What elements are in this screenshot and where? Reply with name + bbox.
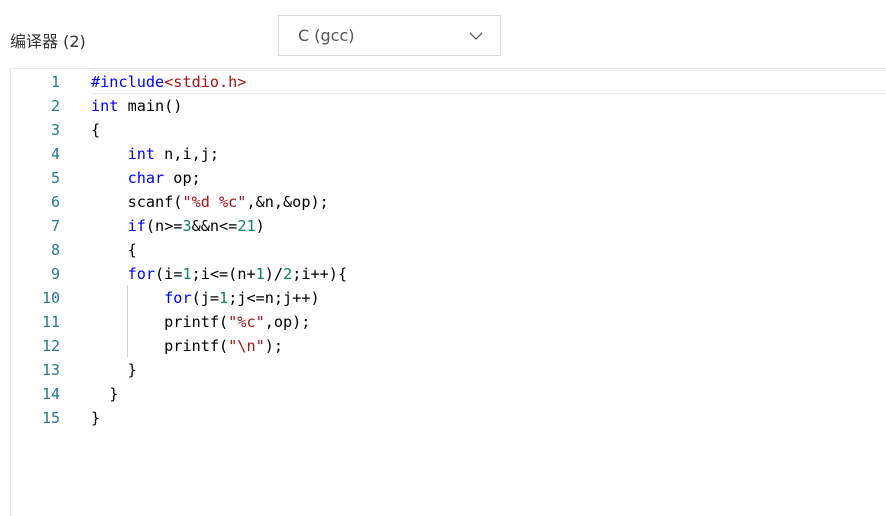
code-text: } [91, 382, 118, 406]
code-text: for(i=1;i<=(n+1)/2;i++){ [91, 262, 348, 286]
code-token-plain: (n>= [145, 217, 183, 235]
code-line[interactable]: 14 } [11, 382, 886, 406]
code-token-string: "%c" [228, 313, 265, 331]
code-token-plain: main() [118, 97, 183, 115]
code-line[interactable]: 5 char op; [11, 166, 886, 190]
code-text: } [91, 358, 137, 382]
code-token-plain: } [91, 361, 137, 379]
language-select[interactable]: C (gcc) [278, 15, 501, 56]
code-token-plain: } [91, 385, 119, 403]
code-text: #include<stdio.h> [91, 70, 246, 94]
code-token-number: 2 [283, 265, 293, 283]
line-number: 13 [41, 361, 60, 379]
code-token-keyword: if [127, 217, 146, 235]
line-number: 10 [41, 289, 60, 307]
code-line[interactable]: 10 for(j=1;j<=n;j++) [11, 286, 886, 310]
code-token-string: <stdio.h> [164, 73, 247, 91]
code-line[interactable]: 9 for(i=1;i<=(n+1)/2;i++){ [11, 262, 886, 286]
code-token-keyword: for [127, 265, 156, 283]
code-token-plain: } [91, 409, 101, 427]
line-number: 1 [50, 73, 60, 91]
chevron-down-icon [469, 32, 483, 40]
code-line[interactable]: 12 printf("\n"); [11, 334, 886, 358]
compiler-label: 编译器 (2) [10, 32, 86, 51]
code-text: printf("%c",op); [91, 310, 310, 334]
code-line[interactable]: 3{ [11, 118, 886, 142]
code-editor[interactable]: 1 #include<stdio.h> 2 int main() 3{4 int n,i… [10, 68, 886, 516]
line-number: 3 [50, 121, 60, 139]
code-token-plain: n,i,j; [155, 145, 220, 163]
code-line[interactable]: 2 int main() [11, 94, 886, 118]
code-token-keyword: char [127, 169, 165, 187]
code-line[interactable]: 4 int n,i,j; [11, 142, 886, 166]
line-number: 8 [50, 241, 60, 259]
code-token-plain: ;j<=n;j++) [228, 289, 320, 307]
code-line[interactable]: 13 } [11, 358, 886, 382]
code-token-plain: printf( [91, 337, 229, 355]
code-token-string: "\n" [228, 337, 265, 355]
code-text: int n,i,j; [91, 142, 219, 166]
line-number: 5 [50, 169, 60, 187]
line-number: 14 [41, 385, 60, 403]
code-text: } [91, 406, 100, 430]
code-line[interactable]: 7 if(n>=3&&n<=21) [11, 214, 886, 238]
line-number: 2 [50, 97, 60, 115]
code-token-plain: scanf( [91, 193, 183, 211]
code-token-plain: printf( [91, 313, 229, 331]
code-text: printf("\n"); [91, 334, 283, 358]
code-token-plain: (j= [191, 289, 220, 307]
code-line[interactable]: 1 #include<stdio.h> [11, 70, 886, 94]
code-text: char op; [91, 166, 201, 190]
code-text: { [91, 118, 100, 142]
code-token-plain: { [91, 121, 101, 139]
code-token-keyword: #include [91, 73, 165, 91]
code-token-plain: ,&n,&op); [246, 193, 329, 211]
code-token-plain: (i= [155, 265, 183, 283]
code-line[interactable]: 15} [11, 406, 886, 430]
line-number: 12 [41, 337, 60, 355]
code-text: { [91, 238, 137, 262]
line-number: 7 [50, 217, 60, 235]
code-token-plain: ); [264, 337, 284, 355]
code-token-string: "%d %c" [182, 193, 247, 211]
code-text: if(n>=3&&n<=21) [91, 214, 265, 238]
code-token-plain: )/ [264, 265, 284, 283]
code-token-plain: ,op); [264, 313, 311, 331]
code-token-keyword: int [127, 145, 156, 163]
code-token-number: 21 [237, 217, 256, 235]
code-token-number: 3 [182, 217, 192, 235]
code-token-plain: op; [164, 169, 201, 187]
code-token-plain: ;i<=(n+ [191, 265, 256, 283]
code-text: for(j=1;j<=n;j++) [91, 286, 320, 310]
code-token-plain: ;i++){ [292, 265, 348, 283]
line-number: 4 [50, 145, 60, 163]
code-token-keyword: for [164, 289, 192, 307]
code-line[interactable]: 11 printf("%c",op); [11, 310, 886, 334]
code-token-number: 1 [182, 265, 192, 283]
language-select-value: C (gcc) [298, 26, 355, 45]
code-text: scanf("%d %c",&n,&op); [91, 190, 329, 214]
code-token-plain: { [91, 241, 137, 259]
code-token-keyword: int [91, 97, 119, 115]
code-line[interactable]: 6 scanf("%d %c",&n,&op); [11, 190, 886, 214]
code-token-number: 1 [219, 289, 229, 307]
line-number: 6 [50, 193, 60, 211]
code-token-number: 1 [255, 265, 265, 283]
code-token-plain: ) [255, 217, 265, 235]
line-number: 11 [41, 313, 60, 331]
line-number: 15 [41, 409, 60, 427]
line-number: 9 [50, 265, 60, 283]
code-token-plain: &&n<= [191, 217, 238, 235]
code-line[interactable]: 8 { [11, 238, 886, 262]
code-text: int main() [91, 94, 182, 118]
